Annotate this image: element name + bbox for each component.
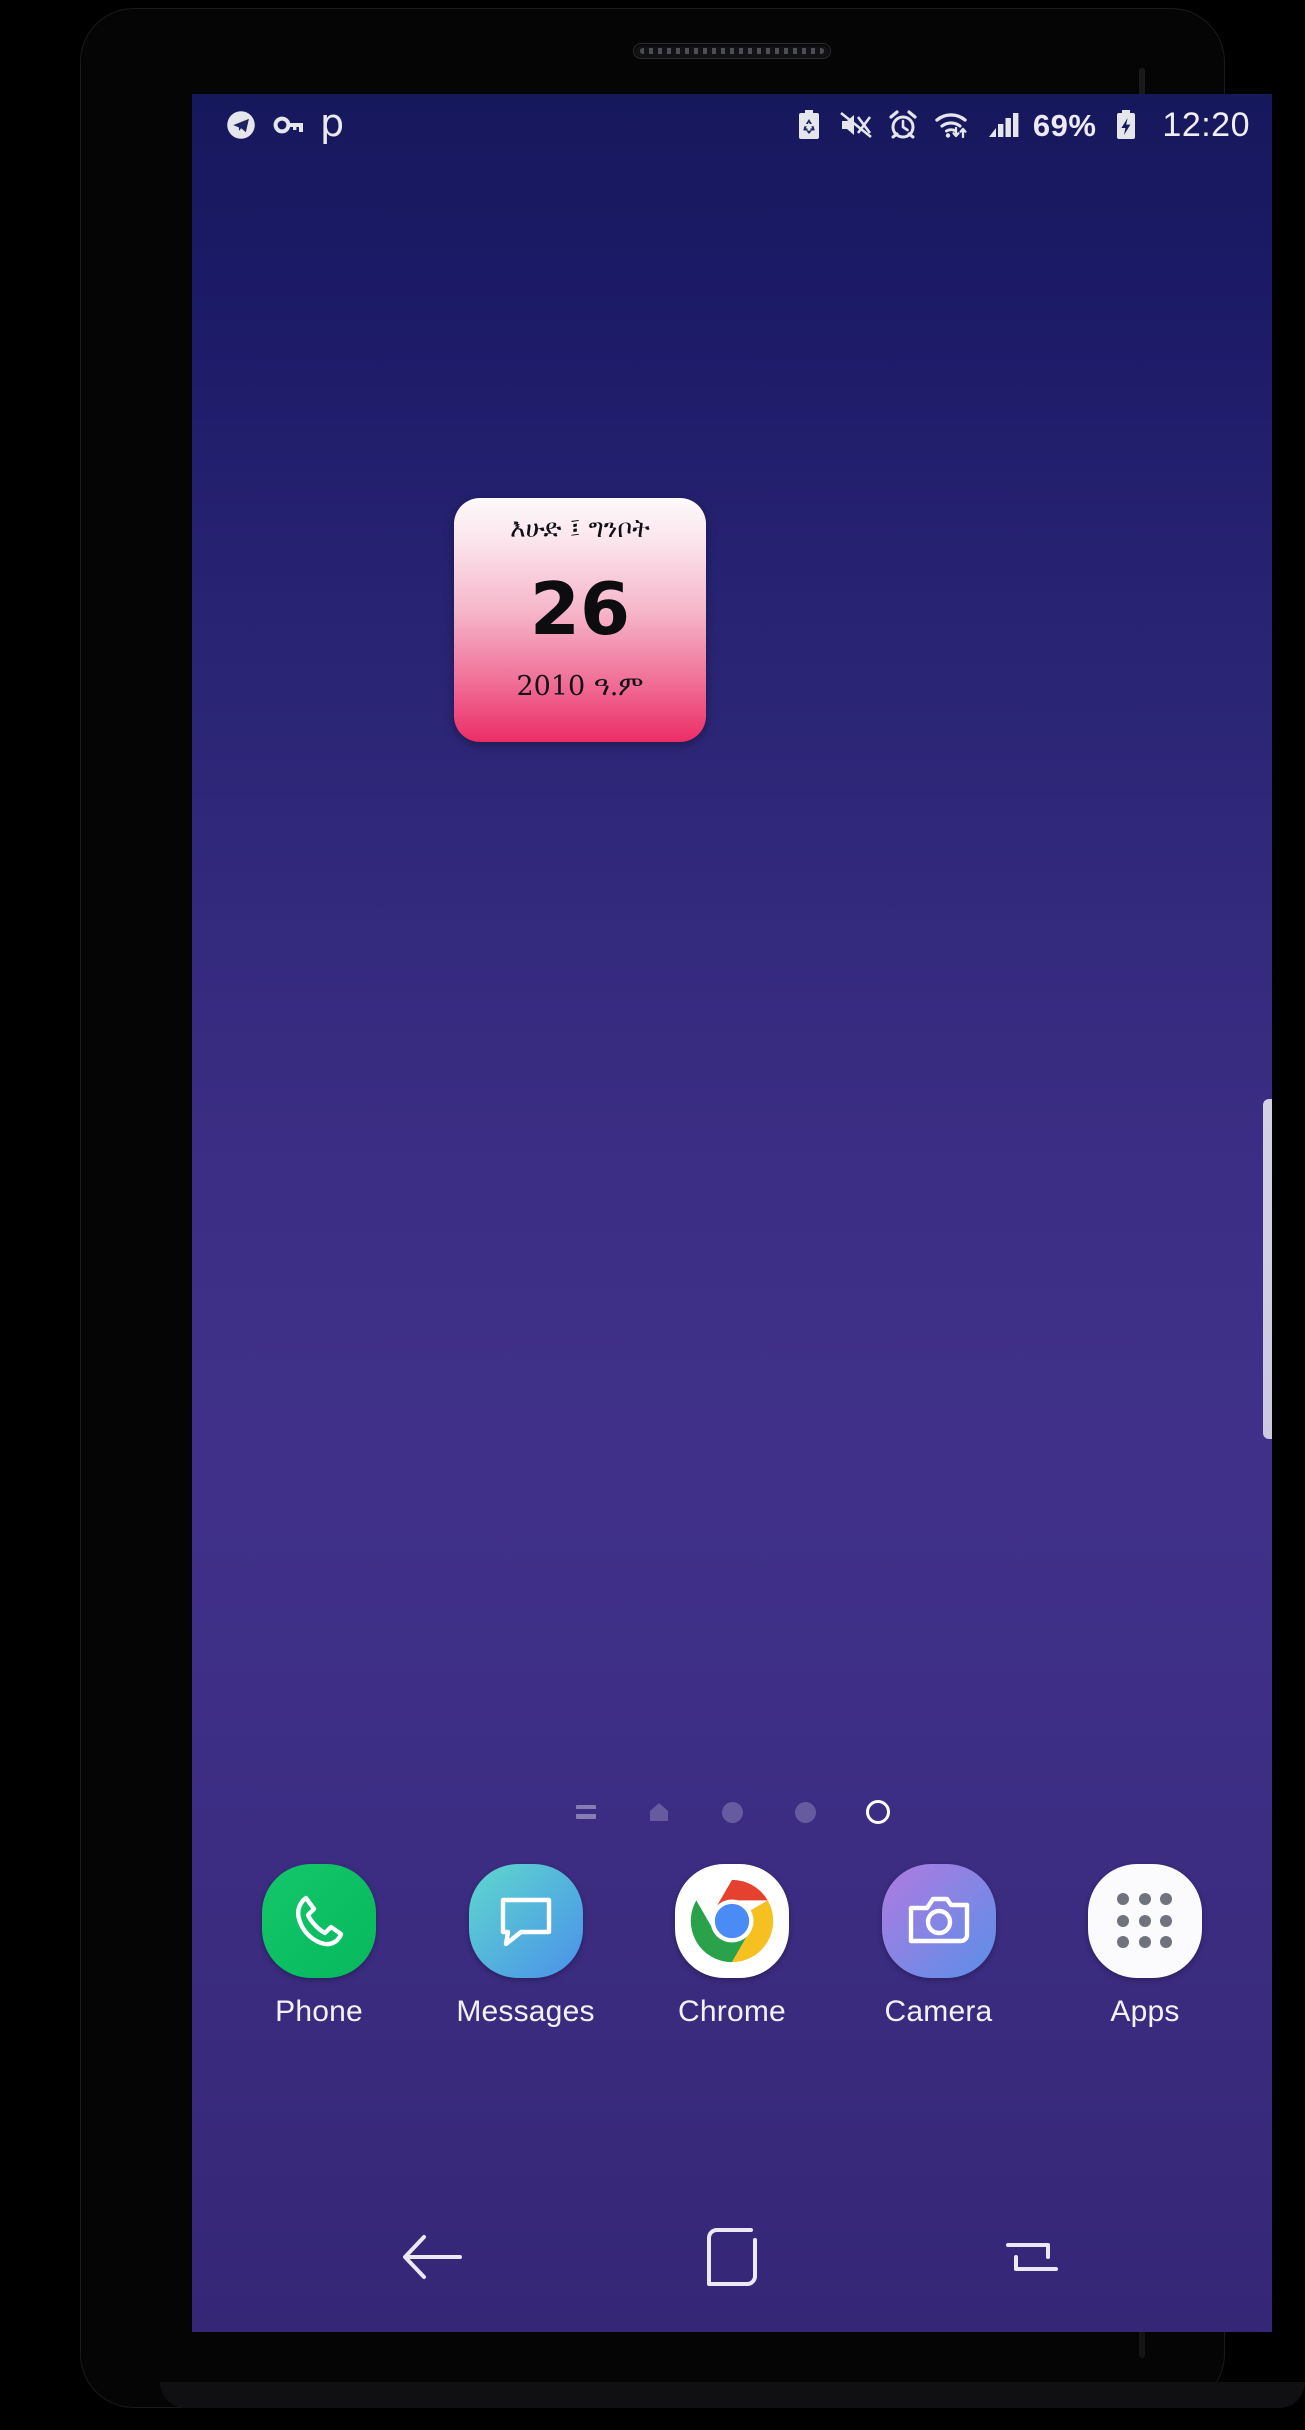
battery-charging-icon [1109, 108, 1143, 142]
dock-label-phone: Phone [275, 1995, 363, 2028]
wifi-icon [933, 108, 973, 142]
back-button[interactable] [372, 2197, 492, 2317]
navigation-bar [192, 2182, 1272, 2332]
speech-bubble-icon[interactable] [468, 1864, 583, 1978]
power-saving-icon [792, 108, 826, 142]
page-dot-briefing[interactable] [573, 1799, 599, 1825]
dock-label-apps: Apps [1110, 1995, 1180, 2028]
page-dot-5-current[interactable] [865, 1799, 891, 1825]
earpiece-speaker-grille [634, 44, 830, 58]
signal-bars-icon [986, 108, 1020, 142]
battery-percent-label: 69% [1032, 107, 1097, 143]
dock-label-messages: Messages [456, 1995, 595, 2028]
calendar-weekday-month-label: እሁድ ፤ ግንቦት [510, 514, 650, 544]
phone-body: p 69% 12:20 እሁድ ፤ ግንቦት 26 2010 ዓ.ም Phone… [80, 8, 1305, 2408]
phone-bottom-lip [160, 2382, 1305, 2408]
alarm-icon [886, 108, 920, 142]
dock-item-phone[interactable]: Phone [230, 1864, 408, 2029]
home-button[interactable] [672, 2197, 792, 2317]
apps-grid-icon[interactable] [1088, 1864, 1202, 1978]
status-bar-system-icons: 69% 12:20 [792, 106, 1250, 145]
speaker-grille-dots [640, 48, 824, 54]
vpn-key-icon [272, 108, 306, 142]
status-bar-clock: 12:20 [1162, 105, 1250, 144]
camera-icon[interactable] [881, 1864, 996, 1978]
mute-icon [839, 108, 873, 142]
phone-handset-icon[interactable] [262, 1864, 376, 1978]
dock-label-camera: Camera [884, 1995, 993, 2028]
device-frame: p 69% 12:20 እሁድ ፤ ግንቦት 26 2010 ዓ.ም Phone… [0, 0, 1305, 2430]
chrome-icon[interactable] [675, 1864, 789, 1978]
home-screen-page-indicator [192, 1792, 1272, 1832]
calendar-year-era-label: 2010 ዓ.ም [516, 671, 644, 702]
dock-item-apps[interactable]: Apps [1056, 1864, 1234, 2029]
dock-item-camera[interactable]: Camera [850, 1864, 1028, 2029]
phone-screen: p 69% 12:20 እሁድ ፤ ግንቦት 26 2010 ዓ.ም Phone… [192, 94, 1272, 2332]
dock-label-chrome: Chrome [678, 1995, 786, 2028]
telegram-icon [224, 108, 258, 142]
page-dot-home[interactable] [646, 1799, 672, 1825]
app-letter-p-icon: p [320, 101, 345, 145]
calendar-day-number: 26 [529, 567, 631, 651]
page-dot-4[interactable] [792, 1799, 818, 1825]
recents-button[interactable] [972, 2197, 1092, 2317]
status-bar[interactable]: p 69% 12:20 [192, 94, 1272, 156]
app-dock: Phone Messages Chrome Camera Apps [192, 1864, 1272, 2114]
dock-item-chrome[interactable]: Chrome [643, 1864, 821, 2029]
dock-item-messages[interactable]: Messages [437, 1864, 615, 2029]
ethiopian-calendar-widget[interactable]: እሁድ ፤ ግንቦት 26 2010 ዓ.ም [454, 498, 706, 742]
page-dot-3[interactable] [719, 1799, 745, 1825]
status-bar-notification-icons: p [224, 101, 345, 145]
edge-panel-handle[interactable] [1263, 1099, 1272, 1439]
